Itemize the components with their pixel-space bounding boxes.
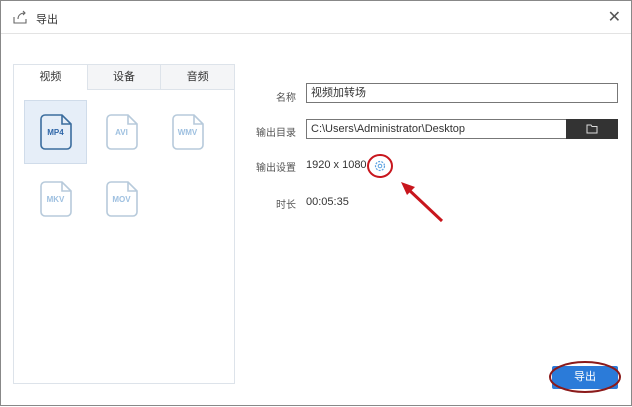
file-icon: MOV xyxy=(105,181,138,217)
format-tile-mp4[interactable]: MP4 xyxy=(24,100,87,164)
title-bar: 导出 ✕ xyxy=(1,1,631,34)
file-icon: MKV xyxy=(39,181,72,217)
export-dialog: 导出 ✕ 视频 设备 音频 MP4 AVI WMV MKV MOV 名称 视频加转场 输… xyxy=(0,0,632,406)
file-icon: WMV xyxy=(171,114,204,150)
format-label: WMV xyxy=(177,128,198,137)
annotation-arrow xyxy=(406,187,444,223)
dir-label: 输出目录 xyxy=(256,128,296,139)
annotation-arrowhead xyxy=(401,182,415,195)
name-label: 名称 xyxy=(276,93,296,104)
settings-gear-icon[interactable] xyxy=(373,159,387,173)
duration-value: 00:05:35 xyxy=(306,196,349,208)
file-icon: MP4 xyxy=(39,114,72,150)
tab-device[interactable]: 设备 xyxy=(86,65,161,90)
format-tile-wmv[interactable]: WMV xyxy=(156,100,219,164)
format-tile-mkv[interactable]: MKV xyxy=(24,167,87,231)
format-label: MP4 xyxy=(47,128,64,137)
format-panel: 视频 设备 音频 MP4 AVI WMV MKV MOV xyxy=(13,64,235,384)
tab-audio[interactable]: 音频 xyxy=(160,65,235,90)
format-label: MKV xyxy=(46,195,65,204)
settings-label: 输出设置 xyxy=(256,163,296,174)
export-button[interactable]: 导出 xyxy=(552,366,618,389)
close-icon[interactable]: ✕ xyxy=(608,7,621,27)
duration-label: 时长 xyxy=(276,200,296,211)
format-label: AVI xyxy=(115,128,128,137)
browse-folder-button[interactable] xyxy=(566,119,618,139)
dir-input[interactable]: C:\Users\Administrator\Desktop xyxy=(306,119,567,139)
folder-icon xyxy=(586,124,598,134)
format-label: MOV xyxy=(112,195,131,204)
settings-value: 1920 x 1080 xyxy=(306,159,367,171)
name-input[interactable]: 视频加转场 xyxy=(306,83,618,103)
export-icon xyxy=(13,10,27,24)
format-tile-mov[interactable]: MOV xyxy=(90,167,153,231)
file-icon: AVI xyxy=(105,114,138,150)
format-tile-avi[interactable]: AVI xyxy=(90,100,153,164)
dialog-title: 导出 xyxy=(36,14,58,26)
tab-video[interactable]: 视频 xyxy=(14,65,87,90)
